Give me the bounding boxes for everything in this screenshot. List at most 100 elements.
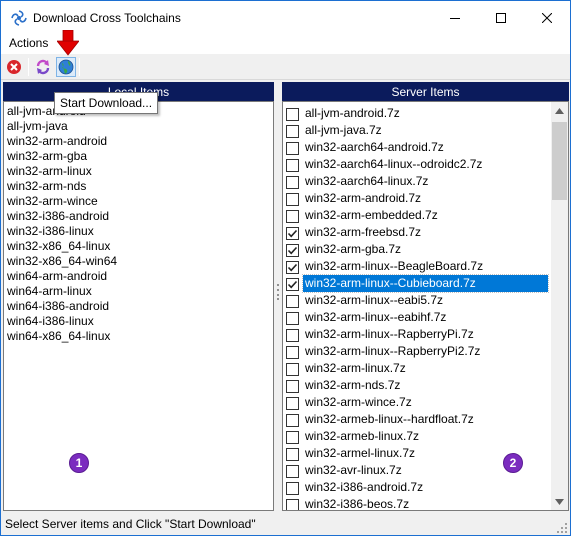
local-list-item[interactable]: win64-i386-android [4, 299, 273, 314]
item-checkbox[interactable] [286, 244, 299, 257]
server-list-item[interactable]: win32-armel-linux.7z [283, 445, 568, 462]
item-checkbox[interactable] [286, 380, 299, 393]
maximize-button[interactable] [478, 1, 524, 34]
local-list-badge: 1 [69, 453, 89, 473]
server-list-item[interactable]: win32-arm-gba.7z [283, 241, 568, 258]
item-label: all-jvm-java.7z [305, 123, 382, 137]
item-checkbox[interactable] [286, 499, 299, 510]
refresh-button[interactable] [33, 57, 53, 77]
server-list-item[interactable]: all-jvm-java.7z [283, 122, 568, 139]
app-window: Download Cross Toolchains Actions all-jv… [0, 0, 571, 536]
item-checkbox[interactable] [286, 261, 299, 274]
stop-button[interactable] [4, 57, 24, 77]
item-checkbox[interactable] [286, 108, 299, 121]
panel-splitter[interactable] [277, 284, 279, 300]
app-icon [11, 9, 27, 26]
server-rows: all-jvm-android.7z all-jvm-java.7z win32-a… [283, 105, 568, 511]
server-list-item[interactable]: all-jvm-android.7z [283, 105, 568, 122]
local-list-item[interactable]: win32-arm-nds [4, 179, 273, 194]
server-list-item[interactable]: win32-arm-linux--eabihf.7z [283, 309, 568, 326]
toolbar-separator [79, 58, 80, 76]
server-list-scrollbar[interactable] [551, 102, 568, 510]
server-list-item[interactable]: win32-arm-linux--eabi5.7z [283, 292, 568, 309]
item-checkbox[interactable] [286, 312, 299, 325]
local-items-list[interactable]: all-jvm-android all-jvm-java win32-arm-and… [3, 101, 274, 511]
item-label: win32-arm-freebsd.7z [305, 225, 422, 239]
download-globe-icon [58, 59, 74, 75]
server-list-item[interactable]: win32-arm-linux--RapberryPi.7z [283, 326, 568, 343]
item-checkbox[interactable] [286, 448, 299, 461]
item-checkbox[interactable] [286, 465, 299, 478]
item-checkbox[interactable] [286, 142, 299, 155]
scroll-thumb[interactable] [552, 122, 567, 200]
item-label: win32-arm-linux.7z [305, 361, 406, 375]
local-list-item[interactable]: win32-arm-linux [4, 164, 273, 179]
local-list-item[interactable]: win32-x86_64-linux [4, 239, 273, 254]
server-items-list[interactable]: all-jvm-android.7z all-jvm-java.7z win32-a… [282, 101, 569, 511]
local-list-item[interactable]: win64-arm-android [4, 269, 273, 284]
item-label: win32-i386-beos.7z [305, 497, 410, 511]
server-list-item[interactable]: win32-arm-linux--RapberryPi2.7z [283, 343, 568, 360]
server-list-item[interactable]: win32-arm-nds.7z [283, 377, 568, 394]
item-checkbox[interactable] [286, 295, 299, 308]
local-list-item[interactable]: win32-arm-gba [4, 149, 273, 164]
item-label: all-jvm-android.7z [305, 106, 400, 120]
item-checkbox[interactable] [286, 125, 299, 138]
item-checkbox[interactable] [286, 159, 299, 172]
item-checkbox[interactable] [286, 227, 299, 240]
item-checkbox[interactable] [286, 346, 299, 359]
stop-icon [7, 60, 21, 74]
server-list-item[interactable]: win32-arm-linux--Cubieboard.7z [283, 274, 568, 293]
server-list-item[interactable]: win32-arm-linux.7z [283, 360, 568, 377]
item-label: win32-avr-linux.7z [305, 463, 402, 477]
local-list-item[interactable]: win64-i386-linux [4, 314, 273, 329]
local-list-item[interactable]: win32-x86_64-win64 [4, 254, 273, 269]
item-checkbox[interactable] [286, 431, 299, 444]
item-checkbox[interactable] [286, 397, 299, 410]
item-label: win32-arm-linux--eabihf.7z [305, 310, 447, 324]
item-checkbox[interactable] [286, 482, 299, 495]
server-list-item[interactable]: win32-arm-linux--BeagleBoard.7z [283, 258, 568, 275]
item-label: win32-arm-linux--RapberryPi2.7z [305, 344, 481, 358]
local-list-item[interactable]: win32-i386-android [4, 209, 273, 224]
server-list-item[interactable]: win32-armeb-linux--hardfloat.7z [283, 411, 568, 428]
local-list-item[interactable]: win32-arm-wince [4, 194, 273, 209]
server-list-item[interactable]: win32-i386-android.7z [283, 479, 568, 496]
close-button[interactable] [524, 1, 570, 34]
server-list-item[interactable]: win32-aarch64-android.7z [283, 139, 568, 156]
status-text: Select Server items and Click "Start Dow… [5, 517, 256, 531]
chevron-up-icon [555, 107, 564, 114]
resize-grip-icon[interactable] [556, 522, 568, 534]
item-checkbox[interactable] [286, 414, 299, 427]
item-checkbox[interactable] [286, 210, 299, 223]
item-checkbox[interactable] [286, 329, 299, 342]
local-list-item[interactable]: win32-arm-android [4, 134, 273, 149]
local-list-item[interactable]: all-jvm-java [4, 119, 273, 134]
item-checkbox[interactable] [286, 176, 299, 189]
scroll-down-button[interactable] [551, 493, 568, 510]
item-label: win32-arm-linux--eabi5.7z [305, 293, 444, 307]
server-list-item[interactable]: win32-arm-embedded.7z [283, 207, 568, 224]
local-list-item[interactable]: win64-x86_64-linux [4, 329, 273, 344]
item-checkbox[interactable] [286, 193, 299, 206]
start-download-tooltip: Start Download... [54, 92, 159, 114]
menu-actions[interactable]: Actions [9, 36, 48, 50]
checkmark-icon [287, 246, 298, 255]
server-list-item[interactable]: win32-avr-linux.7z [283, 462, 568, 479]
toolbar-separator [28, 58, 29, 76]
item-checkbox[interactable] [286, 363, 299, 376]
server-list-item[interactable]: win32-armeb-linux.7z [283, 428, 568, 445]
local-list-item[interactable]: win64-arm-linux [4, 284, 273, 299]
server-list-item[interactable]: win32-aarch64-linux--odroidc2.7z [283, 156, 568, 173]
server-list-item[interactable]: win32-arm-freebsd.7z [283, 224, 568, 241]
server-list-item[interactable]: win32-arm-android.7z [283, 190, 568, 207]
local-list-item[interactable]: win32-i386-linux [4, 224, 273, 239]
server-list-item[interactable]: win32-arm-wince.7z [283, 394, 568, 411]
minimize-button[interactable] [432, 1, 478, 34]
item-label: win32-arm-linux--Cubieboard.7z [302, 274, 549, 293]
scroll-up-button[interactable] [551, 102, 568, 119]
server-list-item[interactable]: win32-i386-beos.7z [283, 496, 568, 511]
start-download-button[interactable] [56, 57, 76, 77]
server-list-item[interactable]: win32-aarch64-linux.7z [283, 173, 568, 190]
item-checkbox[interactable] [286, 278, 299, 291]
